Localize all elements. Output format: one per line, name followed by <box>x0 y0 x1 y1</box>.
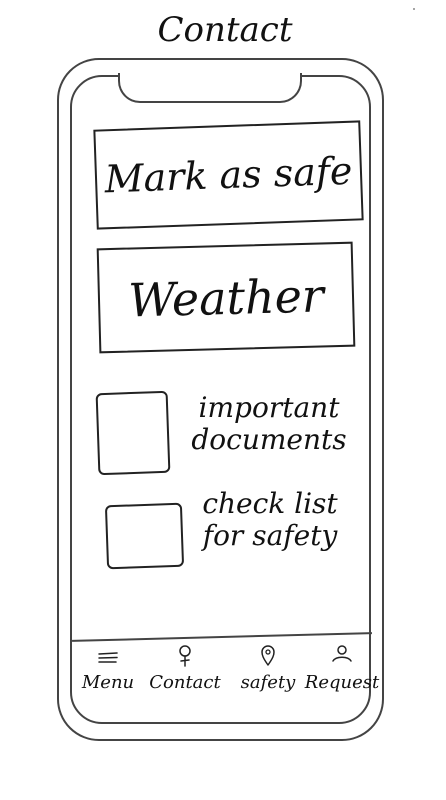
safety-checklist-checkbox[interactable] <box>104 502 185 570</box>
location-pin-icon <box>228 644 308 672</box>
nav-label-contact: Contact <box>149 672 221 693</box>
nav-item-menu[interactable]: Menu <box>68 644 148 693</box>
weather-label: Weather <box>127 267 325 328</box>
important-documents-label-line1: important <box>198 391 340 424</box>
decorative-dot <box>413 8 415 10</box>
important-documents-label-line2: documents <box>191 423 347 456</box>
safety-checklist-label-line2: for safety <box>202 519 338 552</box>
nav-label-menu: Menu <box>81 672 135 693</box>
safety-checklist-label: check list for safety <box>190 488 350 552</box>
nav-label-request: Request <box>304 672 380 693</box>
nav-item-request[interactable]: Request <box>302 644 382 693</box>
important-documents-label: important documents <box>184 392 354 456</box>
weather-button[interactable]: Weather <box>96 241 356 354</box>
person-icon <box>302 644 382 672</box>
mark-as-safe-label: Mark as safe <box>103 148 354 202</box>
page-title: Contact <box>157 10 293 50</box>
phone-notch <box>118 73 302 103</box>
safety-checklist-label-line1: check list <box>202 487 338 520</box>
nav-item-safety[interactable]: safety <box>228 644 308 693</box>
hamburger-icon <box>68 644 148 672</box>
mark-as-safe-button[interactable]: Mark as safe <box>93 120 364 230</box>
important-documents-checkbox[interactable] <box>95 390 171 476</box>
nav-label-safety: safety <box>240 672 296 693</box>
person-icon <box>145 644 225 672</box>
nav-item-contact[interactable]: Contact <box>145 644 225 693</box>
